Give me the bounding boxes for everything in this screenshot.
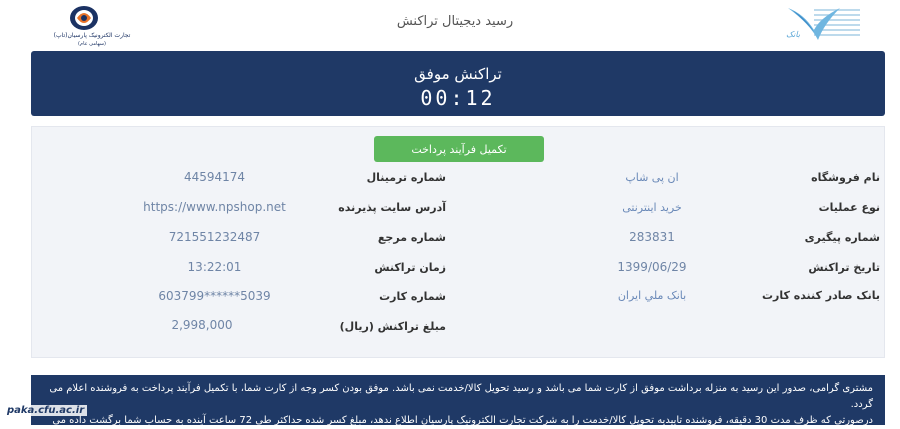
notice-box: مشتری گرامی، صدور این رسید به منزله بردا… xyxy=(31,375,885,425)
issuing-bank-label: بانک صادر کننده کارت xyxy=(761,289,880,302)
card-number-value: 603799******5039 xyxy=(158,289,271,303)
notice-line-1: مشتری گرامی، صدور این رسید به منزله بردا… xyxy=(49,383,873,410)
transaction-date-label: تاریخ تراکنش xyxy=(808,261,880,274)
amount-label: مبلغ تراکنش (ریال) xyxy=(339,320,446,333)
terminal-number-label: شماره ترمینال xyxy=(366,171,446,184)
site-address-label: آدرس سایت پذیرنده xyxy=(338,201,446,214)
complete-payment-button[interactable]: تکمیل فرآیند پرداخت xyxy=(374,136,544,162)
store-name-label: نام فروشگاه xyxy=(811,171,880,184)
page-title: رسید دیجیتال تراکنش xyxy=(396,14,514,29)
transaction-time-value: 13:22:01 xyxy=(187,260,242,274)
watermark: paka.cfu.ac.ir xyxy=(4,405,88,416)
store-name-value: ان پی شاپ xyxy=(625,171,679,184)
tracking-number-value: 283831 xyxy=(629,230,675,244)
bank-logo: بانک xyxy=(784,4,862,44)
countdown-timer: 00:12 xyxy=(420,86,496,110)
tracking-number-label: شماره پیگیری xyxy=(804,231,880,244)
issuing-bank-value: بانک ملي ايران xyxy=(617,289,687,302)
transaction-date-value: 1399/06/29 xyxy=(617,260,687,274)
card-number-label: شماره کارت xyxy=(379,290,446,303)
transaction-status: تراکنش موفق xyxy=(414,65,502,83)
reference-number-label: شماره مرجع xyxy=(377,231,446,244)
header: تجارت الکترونیک پارسیان(تاپ) (سهامی عام)… xyxy=(0,0,900,50)
notice-line-2: درصورتی که ظرف مدت 30 دقیقه، فروشنده تای… xyxy=(52,415,873,425)
terminal-number-value: 44594174 xyxy=(183,170,246,184)
top-logo-icon xyxy=(70,6,98,30)
company-logo: تجارت الکترونیک پارسیان(تاپ) (سهامی عام) xyxy=(42,4,142,50)
transaction-time-label: زمان تراکنش xyxy=(374,261,446,274)
status-banner: تراکنش موفق 00:12 xyxy=(31,51,885,116)
reference-number-value: 721551232487 xyxy=(168,230,261,244)
site-address-value: https://www.npshop.net xyxy=(143,200,286,214)
amount-value: 2,998,000 xyxy=(171,318,233,332)
operation-type-value: خرید اینترنتی xyxy=(622,201,682,214)
bank-logo-text: بانک xyxy=(786,30,801,39)
company-subtitle: (سهامی عام) xyxy=(78,41,106,47)
company-name: تجارت الکترونیک پارسیان(تاپ) xyxy=(53,32,131,39)
receipt-panel: تکمیل فرآیند پرداخت نام فروشگاه ان پی شا… xyxy=(31,126,885,358)
operation-type-label: نوع عملیات xyxy=(818,201,880,214)
